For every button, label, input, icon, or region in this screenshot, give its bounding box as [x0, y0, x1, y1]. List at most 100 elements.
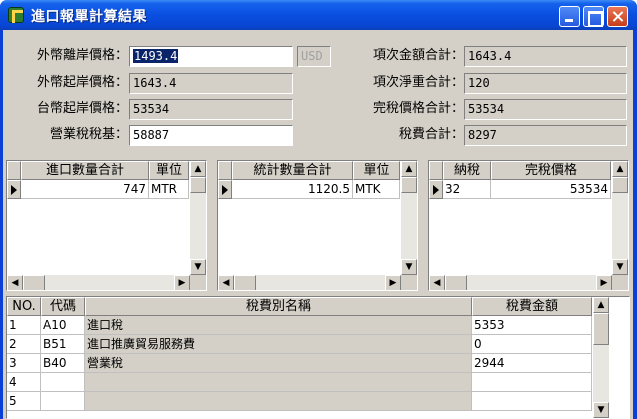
tax-fee-total-field[interactable]: 8297 [464, 125, 627, 146]
current-row-indicator [7, 180, 21, 199]
fee-amount-cell[interactable] [472, 392, 592, 411]
code-cell[interactable]: A10 [41, 316, 85, 335]
row-no: 3 [7, 354, 41, 373]
vat-base-label: 營業稅稅基： [49, 127, 128, 142]
scroll-left-icon[interactable]: ◀ [429, 275, 445, 290]
fee-grid[interactable]: NO. 代碼 稅費別名稱 稅費金額 1 A10 進口稅 5353 2 B51 進… [6, 296, 630, 419]
grid-corner [429, 161, 443, 180]
scroll-down-icon[interactable]: ▼ [612, 259, 628, 275]
dutiable-value-total-field[interactable]: 53534 [464, 99, 627, 120]
row-no: 5 [7, 392, 41, 411]
scrollbar-corner [401, 275, 417, 290]
window-title: 進口報單計算結果 [31, 9, 147, 25]
tax-grid[interactable]: 納稅 完稅價格 32 53534 ▲ ▼ ◀ ▶ [428, 160, 629, 291]
tax-cell[interactable]: 32 [443, 180, 491, 199]
code-header[interactable]: 代碼 [41, 297, 85, 316]
scroll-up-icon[interactable]: ▲ [401, 161, 417, 177]
scroll-up-icon[interactable]: ▲ [612, 161, 628, 177]
fob-foreign-label: 外幣離岸價格： [36, 48, 128, 63]
fee-amount-cell[interactable]: 2944 [472, 354, 592, 373]
window-client-area: 外幣離岸價格： 1493.4 USD 外幣起岸價格： 1643.4 台幣起岸價格… [3, 30, 633, 419]
scroll-right-icon[interactable]: ▶ [174, 275, 190, 290]
scroll-left-icon[interactable]: ◀ [218, 275, 234, 290]
scroll-right-icon[interactable]: ▶ [596, 275, 612, 290]
scroll-up-icon[interactable]: ▲ [190, 161, 206, 177]
app-icon[interactable] [8, 7, 24, 23]
code-cell[interactable]: B51 [41, 335, 85, 354]
fee-amount-cell[interactable]: 0 [472, 335, 592, 354]
fee-name-cell[interactable] [85, 392, 472, 411]
vat-base-field[interactable]: 58887 [129, 125, 293, 146]
fee-amount-cell[interactable]: 5353 [472, 316, 592, 335]
grid-corner [7, 161, 21, 180]
vertical-scrollbar[interactable]: ▲ ▼ [593, 297, 609, 418]
import-qty-cell[interactable]: 747 [21, 180, 149, 199]
code-cell[interactable] [41, 373, 85, 392]
row-pointer-icon [222, 185, 228, 195]
item-netweight-total-field[interactable]: 120 [464, 73, 627, 94]
row-no: 1 [7, 316, 41, 335]
current-row-indicator [429, 180, 443, 199]
scroll-thumb[interactable] [445, 275, 467, 290]
scrollbar-corner [190, 275, 206, 290]
vertical-scrollbar[interactable]: ▲ ▼ [612, 161, 628, 275]
fee-name-cell[interactable]: 營業稅 [85, 354, 472, 373]
scroll-thumb[interactable] [234, 275, 256, 290]
stat-qty-header[interactable]: 統計數量合計 [232, 161, 353, 180]
fee-name-cell[interactable]: 進口稅 [85, 316, 472, 335]
maximize-button[interactable] [583, 6, 604, 27]
unit-header[interactable]: 單位 [149, 161, 189, 180]
stat-qty-cell[interactable]: 1120.5 [232, 180, 353, 199]
item-amount-total-label: 項次金額合計： [372, 48, 464, 63]
row-no: 4 [7, 373, 41, 392]
unit-cell[interactable]: MTK [353, 180, 400, 199]
fee-name-cell[interactable] [85, 373, 472, 392]
vertical-scrollbar[interactable]: ▲ ▼ [190, 161, 206, 275]
horizontal-scrollbar[interactable]: ◀ ▶ [7, 275, 190, 290]
tax-header[interactable]: 納稅 [443, 161, 491, 180]
scroll-thumb[interactable] [593, 313, 609, 345]
code-cell[interactable] [41, 392, 85, 411]
dutiable-price-header[interactable]: 完稅價格 [491, 161, 611, 180]
close-button[interactable] [607, 6, 628, 27]
horizontal-scrollbar[interactable]: ◀ ▶ [429, 275, 612, 290]
vertical-scrollbar[interactable]: ▲ ▼ [401, 161, 417, 275]
scroll-thumb[interactable] [190, 177, 206, 193]
fee-amount-header[interactable]: 稅費金額 [472, 297, 592, 316]
scroll-thumb[interactable] [23, 275, 45, 290]
cif-foreign-label: 外幣起岸價格： [36, 75, 128, 90]
horizontal-scrollbar[interactable]: ◀ ▶ [218, 275, 401, 290]
scroll-thumb[interactable] [612, 177, 628, 193]
unit-cell[interactable]: MTR [149, 180, 189, 199]
minimize-button[interactable] [559, 6, 580, 27]
code-cell[interactable]: B40 [41, 354, 85, 373]
import-qty-header[interactable]: 進口數量合計 [21, 161, 149, 180]
fee-name-header[interactable]: 稅費別名稱 [85, 297, 472, 316]
grid-corner [218, 161, 232, 180]
currency-field[interactable]: USD [297, 46, 331, 67]
scroll-thumb[interactable] [401, 177, 417, 193]
unit-header[interactable]: 單位 [353, 161, 400, 180]
no-header[interactable]: NO. [7, 297, 41, 316]
dutiable-price-cell[interactable]: 53534 [491, 180, 611, 199]
current-row-indicator [218, 180, 232, 199]
item-amount-total-field[interactable]: 1643.4 [464, 46, 627, 67]
scroll-up-icon[interactable]: ▲ [593, 297, 609, 313]
fob-foreign-value: 1493.4 [133, 49, 179, 63]
fee-name-cell[interactable]: 進口推廣貿易服務費 [85, 335, 472, 354]
fob-foreign-field[interactable]: 1493.4 [129, 46, 293, 67]
cif-foreign-field[interactable]: 1643.4 [129, 73, 293, 94]
stat-qty-grid[interactable]: 統計數量合計 單位 1120.5 MTK ▲ ▼ ◀ ▶ [217, 160, 418, 291]
scroll-down-icon[interactable]: ▼ [593, 402, 609, 418]
scroll-right-icon[interactable]: ▶ [385, 275, 401, 290]
scroll-down-icon[interactable]: ▼ [190, 259, 206, 275]
scroll-down-icon[interactable]: ▼ [401, 259, 417, 275]
fee-amount-cell[interactable] [472, 373, 592, 392]
import-qty-grid[interactable]: 進口數量合計 單位 747 MTR ▲ ▼ ◀ ▶ [6, 160, 207, 291]
cif-twd-field[interactable]: 53534 [129, 99, 293, 120]
title-bar[interactable]: 進口報單計算結果 [0, 0, 637, 30]
item-netweight-total-label: 項次淨重合計： [372, 75, 464, 90]
scroll-left-icon[interactable]: ◀ [7, 275, 23, 290]
tax-fee-total-label: 稅費合計： [398, 127, 464, 142]
row-no: 2 [7, 335, 41, 354]
